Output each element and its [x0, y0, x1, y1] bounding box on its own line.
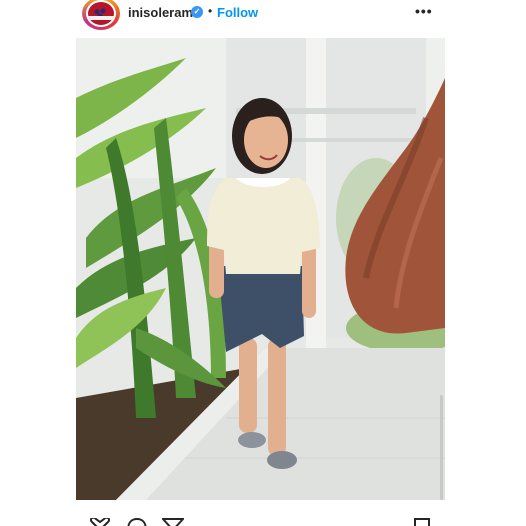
avatar[interactable]: [82, 0, 120, 30]
separator-dot: •: [208, 4, 213, 18]
post-header: inisoleram ✓ • Follow •••: [0, 0, 526, 30]
post-actions: [0, 510, 526, 526]
brand-logo: [88, 2, 114, 25]
comment-icon[interactable]: [126, 517, 148, 526]
post-photo[interactable]: [76, 38, 445, 500]
follow-button[interactable]: Follow: [217, 5, 258, 20]
share-icon[interactable]: [160, 517, 186, 526]
username-link[interactable]: inisoleram: [128, 5, 193, 20]
post-photo-scene: [76, 38, 445, 500]
scrollbar[interactable]: [440, 395, 443, 500]
more-options-icon[interactable]: •••: [415, 3, 433, 19]
bookmark-icon[interactable]: [413, 517, 431, 526]
heart-icon[interactable]: [88, 516, 112, 526]
verified-badge-icon: ✓: [191, 6, 203, 18]
avatar-border: [86, 0, 116, 27]
